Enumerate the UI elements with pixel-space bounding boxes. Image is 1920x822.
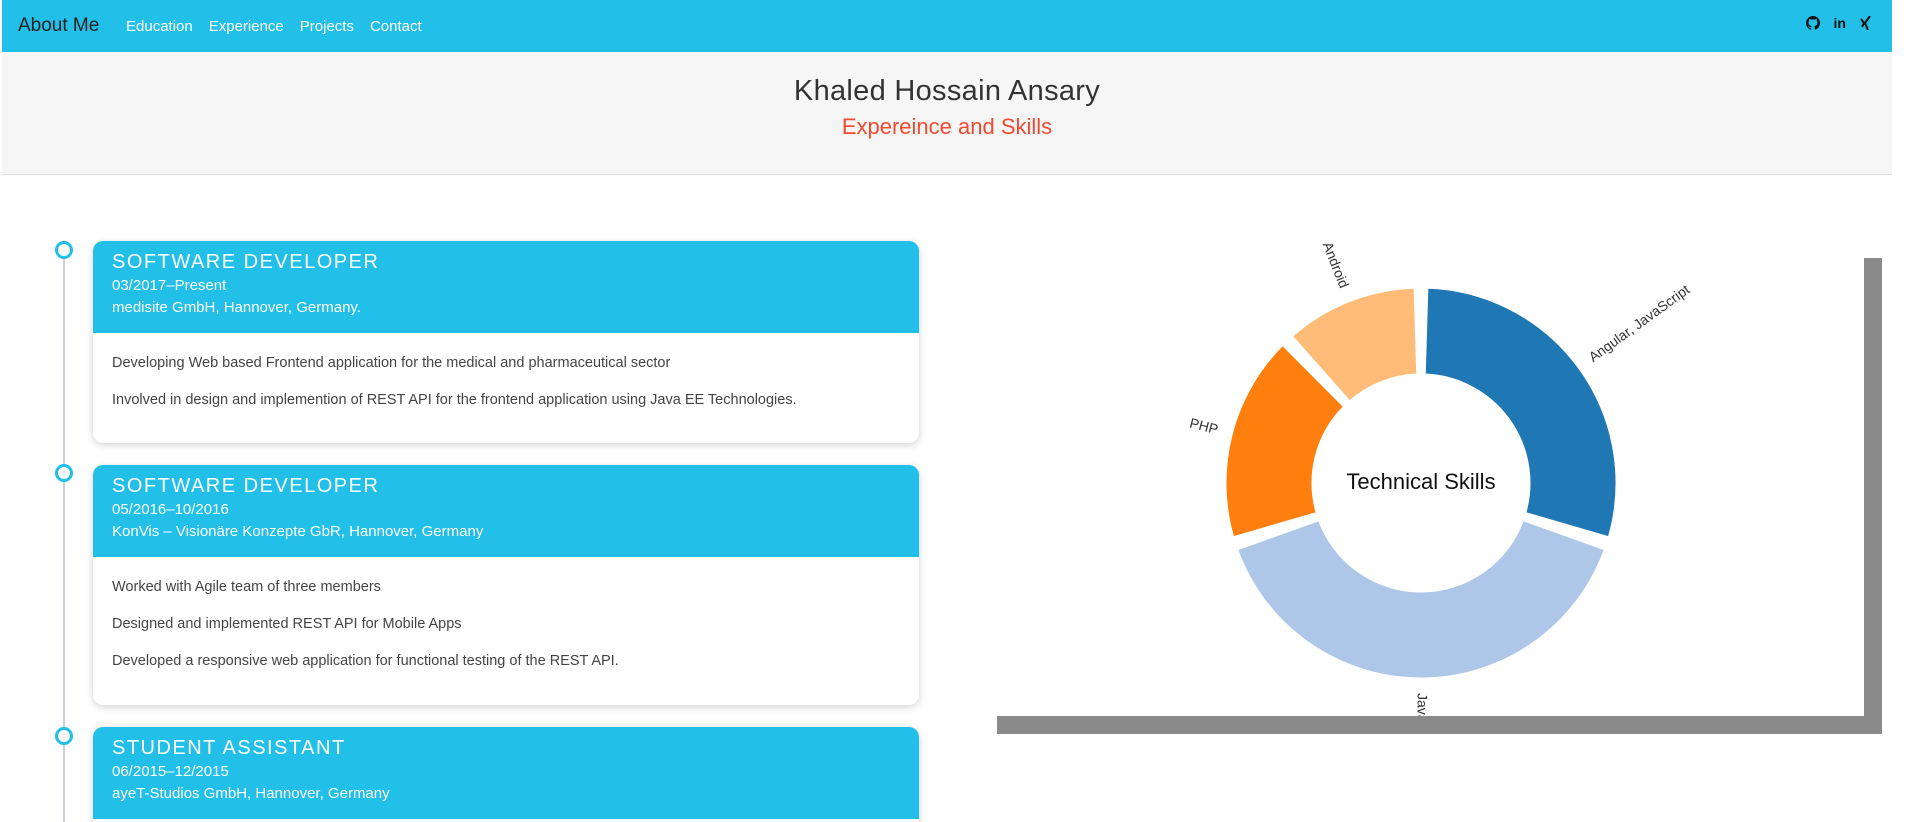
slice-label: Android <box>1320 240 1353 290</box>
job-title: Student Assistant <box>112 737 346 759</box>
nav-link-contact[interactable]: Contact <box>370 18 422 35</box>
slice-label: Angular, JavaScript <box>1585 281 1692 365</box>
navbar: About Me Education Experience Projects C… <box>2 0 1892 52</box>
job-title: Software Developer <box>112 251 380 273</box>
page-header: Khaled Hossain Ansary Expereince and Ski… <box>2 52 1892 175</box>
experience-card-header: Software Developer 03/2017–Present medis… <box>93 241 919 333</box>
timeline-dot <box>55 464 73 482</box>
job-period: 03/2017–Present <box>112 277 227 294</box>
job-title: Software Developer <box>112 475 380 497</box>
job-company: medisite GmbH, Hannover, Germany. <box>112 299 361 316</box>
job-item: Designed and implemented REST API for Mo… <box>112 616 462 632</box>
timeline-dot <box>55 727 73 745</box>
pie-slice[interactable] <box>1422 285 1619 540</box>
social-links: in <box>1805 15 1872 31</box>
job-company: KonVis – Visionäre Konzepte GbR, Hannove… <box>112 523 484 540</box>
experience-card-body: Worked with Agile team of three members … <box>93 557 919 702</box>
experience-card: Student Assistant 06/2015–12/2015 ayeT-S… <box>93 727 919 822</box>
job-period: 06/2015–12/2015 <box>112 763 229 780</box>
linkedin-icon[interactable]: in <box>1834 15 1846 31</box>
nav-link-projects[interactable]: Projects <box>300 18 354 35</box>
slice-label: Java <box>1414 693 1430 716</box>
experience-card: Software Developer 05/2016–10/2016 KonVi… <box>93 465 919 705</box>
nav-link-education[interactable]: Education <box>126 18 193 35</box>
page-subtitle: Expereince and Skills <box>841 114 1053 139</box>
brand-link[interactable]: About Me <box>18 15 99 37</box>
github-icon[interactable] <box>1805 16 1820 30</box>
xing-icon[interactable] <box>1860 16 1872 30</box>
job-item: Developed a responsive web application f… <box>112 653 619 669</box>
job-item: Involved in design and implemention of R… <box>112 392 797 408</box>
skills-chart-panel: Angular, JavaScript Java PHP Android Technic… <box>979 240 1864 716</box>
slice-label: PHP <box>1188 415 1220 438</box>
nav-link-experience[interactable]: Experience <box>209 18 284 35</box>
page-title: Khaled Hossain Ansary <box>793 75 1101 107</box>
experience-card: Software Developer 03/2017–Present medis… <box>93 241 919 443</box>
experience-card-body: Developing Web based Frontend applicatio… <box>93 333 919 441</box>
timeline-dot <box>55 241 73 259</box>
chart-title: Technical Skills <box>1346 469 1495 494</box>
experience-card-header: Student Assistant 06/2015–12/2015 ayeT-S… <box>93 727 919 819</box>
pie-slice[interactable] <box>1234 517 1608 681</box>
job-item: Developing Web based Frontend applicatio… <box>112 355 671 371</box>
experience-card-header: Software Developer 05/2016–10/2016 KonVi… <box>93 465 919 557</box>
job-period: 05/2016–10/2016 <box>112 501 229 518</box>
job-item: Worked with Agile team of three members <box>112 579 381 595</box>
nav-links: Education Experience Projects Contact <box>126 18 422 35</box>
job-company: ayeT-Studios GmbH, Hannover, Germany <box>112 785 390 802</box>
skills-donut-chart: Angular, JavaScript Java PHP Android Technic… <box>1188 240 1692 716</box>
